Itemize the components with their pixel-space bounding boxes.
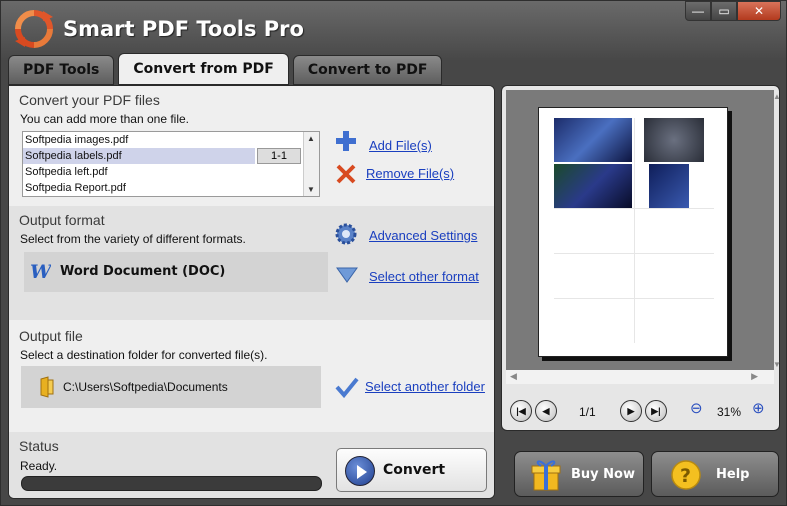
- maximize-button[interactable]: ▭: [711, 1, 737, 21]
- destination-folder-box[interactable]: C:\Users\Softpedia\Documents: [21, 366, 321, 408]
- preview-page: [538, 107, 728, 357]
- app-logo-icon: [15, 10, 53, 48]
- selected-format-box[interactable]: W Word Document (DOC): [24, 252, 328, 292]
- format-section-subtitle: Select from the variety of different for…: [20, 232, 246, 246]
- close-button[interactable]: ✕: [737, 1, 781, 21]
- output-section-subtitle: Select a destination folder for converte…: [20, 348, 268, 362]
- zoom-in-icon[interactable]: ⊕: [752, 399, 765, 417]
- gear-icon[interactable]: [334, 222, 358, 246]
- list-item[interactable]: Softpedia left.pdf: [23, 164, 319, 180]
- folder-icon: [40, 376, 54, 398]
- preview-panel: ▲ ▼ ◀ ▶ |◀ ◀ 1/1 ▶ ▶| ⊖ 31% ⊕: [501, 85, 781, 431]
- tab-convert-from-pdf[interactable]: Convert from PDF: [118, 53, 289, 85]
- window-controls: — ▭ ✕: [685, 1, 781, 21]
- preview-horizontal-scrollbar[interactable]: ◀ ▶: [506, 370, 774, 384]
- advanced-settings-link[interactable]: Advanced Settings: [369, 228, 477, 243]
- buy-now-label: Buy Now: [571, 467, 635, 482]
- scroll-left-icon[interactable]: ◀: [510, 371, 517, 382]
- output-section: Output file Select a destination folder …: [9, 320, 494, 432]
- file-list-scrollbar[interactable]: ▲ ▼: [303, 132, 319, 196]
- first-page-icon[interactable]: |◀: [510, 400, 532, 422]
- convert-panel: Convert your PDF files You can add more …: [8, 85, 495, 499]
- page-divider: [554, 298, 714, 299]
- last-page-icon[interactable]: ▶|: [645, 400, 667, 422]
- gift-box-icon: [531, 460, 561, 491]
- status-title: Status: [19, 438, 59, 454]
- next-page-icon[interactable]: ▶: [620, 400, 642, 422]
- prev-page-icon[interactable]: ◀: [535, 400, 557, 422]
- add-files-link[interactable]: Add File(s): [369, 138, 432, 153]
- destination-folder-path: C:\Users\Softpedia\Documents: [63, 380, 228, 394]
- page-divider: [554, 253, 714, 254]
- remove-files-link[interactable]: Remove File(s): [366, 166, 454, 181]
- zoom-level: 31%: [717, 405, 742, 419]
- dropdown-arrow-icon[interactable]: [335, 266, 359, 284]
- preview-area: [506, 90, 774, 370]
- remove-file-icon[interactable]: [335, 163, 357, 185]
- play-icon: [345, 456, 375, 486]
- title-bar: Smart PDF Tools Pro — ▭ ✕: [1, 1, 786, 51]
- selected-format-label: Word Document (DOC): [60, 264, 226, 279]
- scroll-up-icon[interactable]: ▲: [773, 92, 781, 101]
- status-section: Status Ready. Convert: [9, 432, 494, 498]
- tab-pdf-tools[interactable]: PDF Tools: [8, 55, 115, 85]
- page-divider: [554, 208, 714, 209]
- thumbnail-image: [554, 164, 632, 208]
- svg-text:?: ?: [680, 465, 691, 487]
- preview-navigation: |◀ ◀ 1/1 ▶ ▶| ⊖ 31% ⊕: [506, 394, 776, 426]
- page-range-field[interactable]: 1-1: [257, 148, 301, 164]
- thumbnail-image: [554, 118, 632, 162]
- list-item[interactable]: Softpedia images.pdf: [23, 132, 319, 148]
- progress-bar: [21, 476, 322, 491]
- main-tabs: PDF Tools Convert from PDF Convert to PD…: [8, 53, 443, 85]
- thumbnail-image: [649, 164, 689, 208]
- convert-button[interactable]: Convert: [336, 448, 487, 492]
- minimize-button[interactable]: —: [685, 1, 711, 21]
- app-window: Smart PDF Tools Pro — ▭ ✕ PDF Tools Conv…: [0, 0, 787, 506]
- svg-text:W: W: [30, 261, 51, 282]
- format-section: Output format Select from the variety of…: [9, 206, 494, 320]
- output-section-title: Output file: [19, 328, 83, 344]
- word-icon: W: [30, 261, 51, 282]
- page-indicator: 1/1: [579, 405, 596, 419]
- app-title: Smart PDF Tools Pro: [63, 17, 304, 41]
- tab-convert-to-pdf[interactable]: Convert to PDF: [292, 55, 443, 85]
- scroll-up-icon[interactable]: ▲: [307, 134, 315, 143]
- add-file-icon[interactable]: [335, 130, 357, 152]
- file-list[interactable]: Softpedia images.pdf Softpedia labels.pd…: [22, 131, 320, 197]
- scroll-down-icon[interactable]: ▼: [773, 360, 781, 369]
- format-section-title: Output format: [19, 212, 105, 228]
- help-label: Help: [716, 467, 750, 482]
- help-button[interactable]: ? Help: [651, 451, 779, 497]
- scroll-down-icon[interactable]: ▼: [307, 185, 315, 194]
- select-other-format-link[interactable]: Select other format: [369, 269, 479, 284]
- files-section-title: Convert your PDF files: [19, 92, 160, 108]
- thumbnail-image: [644, 118, 704, 162]
- list-item[interactable]: Softpedia labels.pdf: [23, 148, 255, 164]
- select-another-folder-link[interactable]: Select another folder: [365, 379, 485, 394]
- list-item[interactable]: Softpedia Report.pdf: [23, 180, 319, 196]
- zoom-out-icon[interactable]: ⊖: [690, 399, 703, 417]
- status-text: Ready.: [20, 459, 58, 473]
- scroll-right-icon[interactable]: ▶: [751, 371, 758, 382]
- files-section: Convert your PDF files You can add more …: [9, 86, 494, 206]
- files-section-subtitle: You can add more than one file.: [20, 112, 190, 126]
- checkmark-icon[interactable]: [335, 376, 359, 398]
- help-icon: ?: [671, 460, 701, 490]
- buy-now-button[interactable]: Buy Now: [514, 451, 644, 497]
- convert-button-label: Convert: [383, 462, 446, 478]
- page-divider: [634, 118, 635, 343]
